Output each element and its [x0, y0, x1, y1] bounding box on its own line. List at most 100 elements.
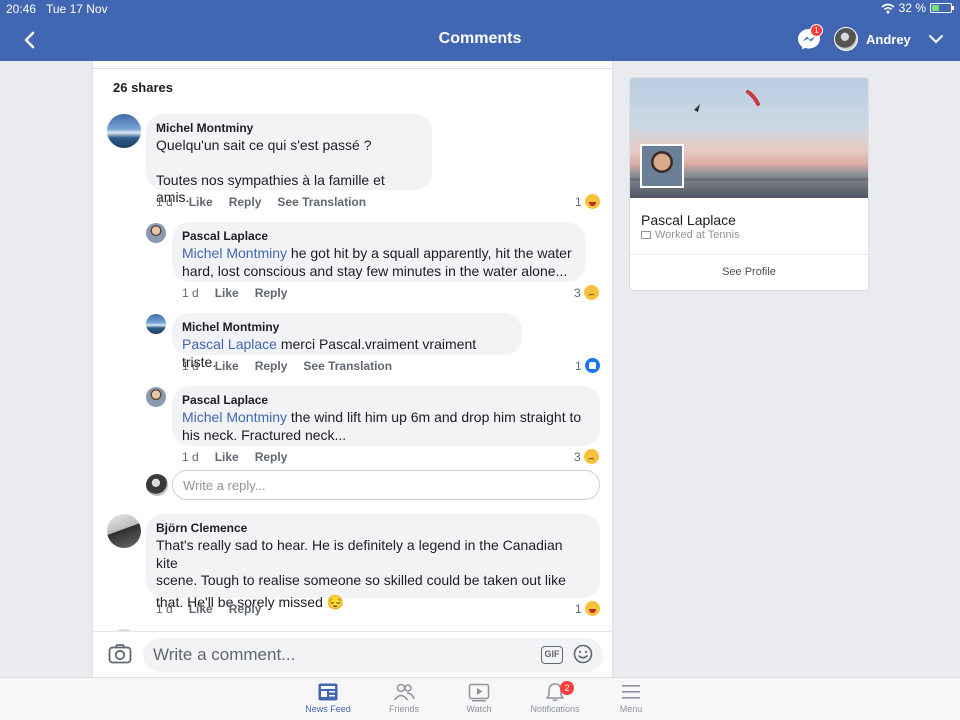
wifi-icon	[881, 3, 895, 13]
reaction-summary[interactable]: 3	[574, 449, 599, 464]
see-translation-button[interactable]: See Translation	[303, 359, 392, 373]
avatar	[834, 27, 858, 51]
comment-actions: 1 d Like Reply	[182, 286, 287, 300]
reaction-count: 1	[575, 601, 582, 616]
avatar[interactable]	[146, 314, 166, 334]
watch-icon	[468, 683, 490, 702]
tab-label: Watch	[466, 704, 492, 714]
comment-time: 1 d	[182, 450, 199, 464]
like-button[interactable]: Like	[215, 359, 239, 373]
mention-link[interactable]: Michel Montminy	[182, 245, 287, 261]
comment-text: scene. Tough to realise someone so skill…	[156, 572, 566, 588]
gif-button[interactable]: GIF	[541, 646, 563, 664]
reply-bubble: Michel Montminy Pascal Laplace merci Pas…	[172, 313, 522, 370]
profile-button[interactable]: Andrey	[834, 27, 911, 51]
reaction-count: 3	[574, 449, 581, 464]
comment-time: 1 d	[182, 359, 199, 373]
tab-friends[interactable]: Friends	[374, 682, 434, 714]
comment-time: 1 d	[182, 286, 199, 300]
see-translation-button[interactable]: See Translation	[277, 195, 366, 209]
reaction-count: 3	[574, 285, 581, 300]
reply-button[interactable]: Reply	[229, 195, 262, 209]
profile-name: Andrey	[866, 31, 911, 47]
status-indicators: 32 %	[881, 1, 954, 15]
reply-button[interactable]: Reply	[255, 359, 288, 373]
comment-actions: 1 d Like Reply	[156, 602, 261, 616]
shares-count[interactable]: 26 shares	[113, 80, 173, 95]
avatar[interactable]	[146, 387, 166, 407]
comment-bubble: Björn Clemence That's really sad to hear…	[146, 514, 600, 610]
messenger-badge: 1	[810, 24, 823, 37]
tab-label: News Feed	[305, 704, 351, 714]
emoji-icon[interactable]	[573, 644, 593, 664]
comment-actions: 1 d Like Reply See Translation	[182, 359, 392, 373]
friends-icon	[393, 683, 415, 701]
top-bar: 20:46 Tue 17 Nov 32 % Comments 1 Andrey	[0, 0, 960, 61]
divider	[93, 68, 612, 69]
reaction-summary[interactable]: 1	[575, 601, 600, 616]
like-button[interactable]: Like	[215, 286, 239, 300]
profile-card-subtitle: Worked at Tennis	[641, 229, 740, 241]
tab-label: Menu	[619, 704, 643, 714]
avatar[interactable]	[107, 114, 141, 148]
sad-reaction-icon	[583, 285, 599, 300]
profile-card-name[interactable]: Pascal Laplace	[641, 212, 736, 228]
sad-reaction-icon	[583, 449, 599, 464]
tab-notifications[interactable]: Notifications	[525, 682, 585, 714]
tab-label: Friends	[388, 704, 419, 714]
briefcase-icon	[641, 231, 651, 239]
mention-link[interactable]: Pascal Laplace	[182, 336, 277, 352]
haha-reaction-icon	[584, 601, 600, 616]
comment-author[interactable]: Michel Montminy	[182, 320, 510, 334]
avatar[interactable]	[146, 223, 166, 243]
chevron-down-icon[interactable]	[927, 30, 945, 48]
reaction-summary[interactable]: 3	[574, 285, 599, 300]
comment-text: his neck. Fractured neck...	[182, 426, 347, 443]
mention-link[interactable]: Michel Montminy	[182, 409, 287, 425]
reaction-summary[interactable]: 1	[575, 358, 600, 373]
profile-card: Pascal Laplace Worked at Tennis See Prof…	[630, 78, 868, 290]
tab-menu[interactable]: Menu	[601, 682, 661, 714]
reply-input[interactable]	[172, 470, 600, 500]
reply-bubble: Pascal Laplace Michel Montminy he got hi…	[172, 222, 586, 282]
comment-author[interactable]: Björn Clemence	[156, 521, 588, 535]
reply-button[interactable]: Reply	[255, 450, 288, 464]
comment-time: 1 d	[156, 195, 173, 209]
reply-button[interactable]: Reply	[255, 286, 288, 300]
comment-composer: GIF	[93, 631, 612, 677]
see-profile-button[interactable]: See Profile	[630, 255, 868, 290]
reaction-summary[interactable]: 1	[575, 194, 600, 209]
haha-reaction-icon	[584, 194, 600, 209]
comment-bubble: Michel Montminy Quelqu'un sait ce qui s'…	[146, 114, 432, 205]
reply-bubble: Pascal Laplace Michel Montminy the wind …	[172, 386, 600, 446]
comment-input[interactable]	[143, 638, 603, 672]
comment-author[interactable]: Pascal Laplace	[182, 229, 574, 243]
like-button[interactable]: Like	[215, 450, 239, 464]
comment-text: That's really sad to hear. He is definit…	[156, 537, 563, 571]
reaction-count: 1	[575, 194, 582, 209]
camera-icon[interactable]	[108, 643, 132, 665]
comment-actions: 1 d Like Reply See Translation	[156, 195, 366, 209]
battery-percent: 32 %	[898, 1, 926, 15]
hamburger-icon	[622, 685, 640, 699]
status-date: Tue 17 Nov	[46, 2, 108, 16]
like-button[interactable]: Like	[189, 195, 213, 209]
work-info: Worked at Tennis	[655, 229, 740, 241]
notification-badge: 2	[560, 681, 574, 695]
comment-time: 1 d	[156, 602, 173, 616]
comment-text: hard, lost conscious and stay few minute…	[182, 262, 568, 279]
reaction-count: 1	[575, 358, 582, 373]
comment-author[interactable]: Michel Montminy	[156, 121, 420, 135]
avatar[interactable]	[640, 144, 684, 188]
status-time: 20:46	[6, 2, 37, 16]
tab-news-feed[interactable]: News Feed	[298, 682, 358, 714]
like-reaction-icon	[584, 358, 600, 373]
comment-author[interactable]: Pascal Laplace	[182, 393, 588, 407]
reply-button[interactable]: Reply	[229, 602, 262, 616]
battery-icon	[930, 3, 954, 13]
like-button[interactable]: Like	[189, 602, 213, 616]
comment-actions: 1 d Like Reply	[182, 450, 287, 464]
tab-watch[interactable]: Watch	[449, 682, 509, 714]
avatar[interactable]	[107, 514, 141, 548]
comment-text: he got hit by a squall apparently, hit t…	[287, 245, 572, 261]
